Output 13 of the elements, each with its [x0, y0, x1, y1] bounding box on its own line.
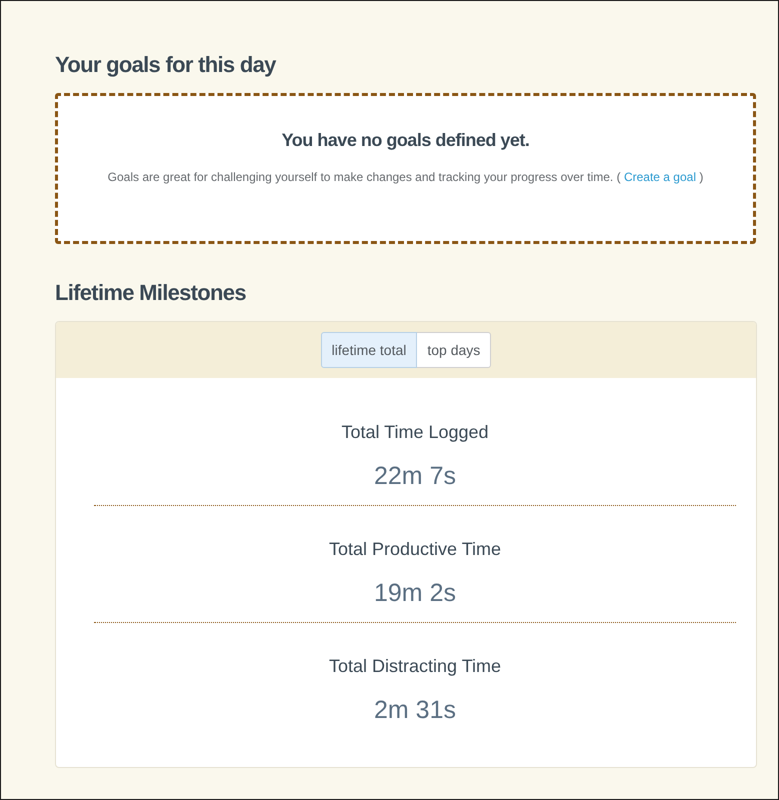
section-heading: Lifetime Milestones	[55, 279, 246, 307]
stat-label: Total Distracting Time	[328, 655, 502, 678]
stat-label: Total Time Logged	[341, 421, 489, 444]
view-tab[interactable]: top days	[417, 332, 492, 368]
stat-value: 19m 2s	[374, 578, 456, 609]
section-heading: Your goals for this day	[55, 51, 276, 79]
view-tab[interactable]: lifetime total	[320, 332, 418, 368]
stat-label: Total Productive Time	[328, 538, 502, 561]
stat-value: 2m 31s	[374, 695, 456, 726]
empty-state-title: You have no goals defined yet.	[282, 129, 530, 152]
stat-value: 22m 7s	[374, 461, 456, 492]
empty-state-description: Goals are great for challenging yourself to make changes and tracking your progress over time. ( Create a goal )	[108, 169, 704, 185]
create-goal-link[interactable]: Create a goal	[624, 170, 696, 184]
